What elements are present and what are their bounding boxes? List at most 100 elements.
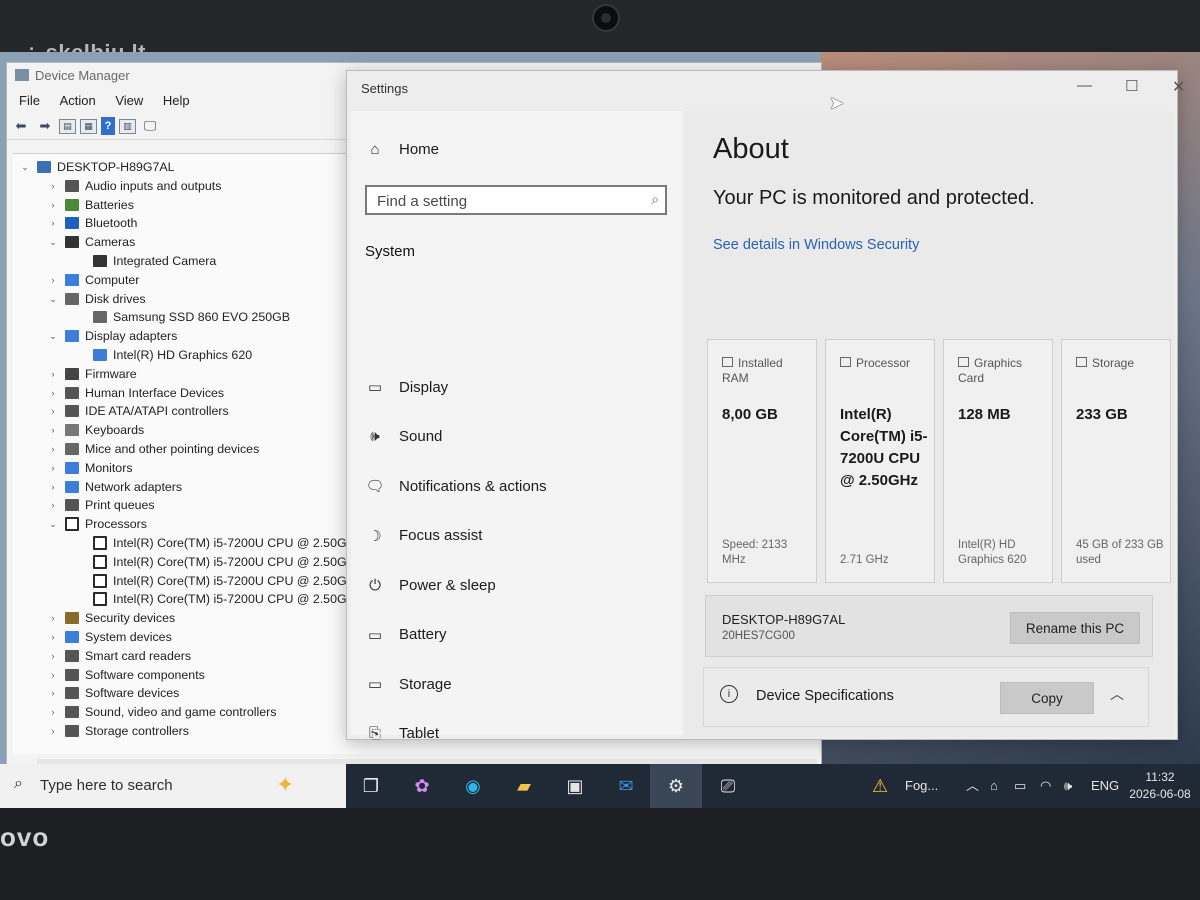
tree-category[interactable]: › Network adapters (47, 478, 183, 496)
tree-category[interactable]: › Smart card readers (47, 647, 192, 665)
chevron-right-icon[interactable]: › (47, 666, 59, 684)
nav-item-notifications-actions[interactable]: 🗨 Notifications & actions (365, 474, 546, 498)
chevron-right-icon[interactable]: › (47, 214, 59, 232)
clock[interactable]: 11:32 2026-06-08 (1128, 769, 1192, 803)
weather-text[interactable]: Fog... (905, 764, 938, 808)
chevron-right-icon[interactable]: › (47, 196, 59, 214)
close-icon[interactable]: ✕ (1172, 77, 1185, 97)
copy-button[interactable]: Copy (1000, 682, 1094, 714)
chevron-right-icon[interactable]: › (47, 459, 59, 477)
tree-category[interactable]: ⌄ Cameras (47, 233, 135, 251)
chevron-down-icon[interactable]: ⌄ (47, 515, 59, 533)
menu-file[interactable]: File (19, 93, 40, 108)
nav-home[interactable]: ⌂ Home (365, 141, 439, 158)
tree-category[interactable]: › Audio inputs and outputs (47, 177, 222, 195)
chevron-right-icon[interactable]: › (47, 647, 59, 665)
chevron-right-icon[interactable]: › (47, 628, 59, 646)
tree-device[interactable]: Intel(R) Core(TM) i5-7200U CPU @ 2.50GHz (75, 553, 362, 571)
chevron-right-icon[interactable]: › (47, 365, 59, 383)
menu-view[interactable]: View (115, 93, 143, 108)
search-icon[interactable]: ⌕ (651, 191, 659, 208)
nav-item-display[interactable]: ▭ Display (365, 375, 448, 399)
chevron-right-icon[interactable]: › (47, 684, 59, 702)
tree-category[interactable]: › Security devices (47, 609, 176, 627)
file-explorer-icon[interactable]: ▰ (510, 772, 538, 800)
tree-category[interactable]: ⌄ Disk drives (47, 290, 145, 308)
chevron-right-icon[interactable]: › (47, 177, 59, 195)
list-view-icon[interactable]: ▦ (80, 118, 97, 134)
tree-category[interactable]: › Computer (47, 271, 140, 289)
forward-arrow-icon[interactable]: ➡ (35, 117, 55, 135)
show-hidden-icons-icon[interactable]: ︿ (966, 764, 979, 808)
task-view-icon[interactable]: ❐ (357, 772, 385, 800)
tree-category[interactable]: › Firmware (47, 365, 137, 383)
tree-category[interactable]: › Monitors (47, 459, 133, 477)
tree-category[interactable]: › Bluetooth (47, 214, 138, 232)
tree-category[interactable]: ⌄ Display adapters (47, 327, 177, 345)
menu-help[interactable]: Help (163, 93, 190, 108)
tree-device[interactable]: Samsung SSD 860 EVO 250GB (75, 308, 290, 326)
battery-tray-icon[interactable]: ▭ (1014, 764, 1026, 808)
taskbar-search-box[interactable]: ⌕ Type here to search ✦ (0, 764, 346, 808)
outlook-icon[interactable]: ✉ (612, 772, 640, 800)
tree-category[interactable]: › Keyboards (47, 421, 145, 439)
settings-search-box[interactable]: ⌕ (365, 185, 667, 215)
tree-category[interactable]: › IDE ATA/ATAPI controllers (47, 402, 229, 420)
tree-category[interactable]: ⌄ Processors (47, 515, 147, 533)
microsoft-store-icon[interactable]: ▣ (561, 772, 589, 800)
volume-icon[interactable]: 🕪 (1064, 764, 1072, 808)
chevron-down-icon[interactable]: ⌄ (19, 158, 31, 176)
minimize-icon[interactable]: — (1077, 77, 1092, 94)
tree-category[interactable]: › Storage controllers (47, 722, 190, 740)
menu-action[interactable]: Action (60, 93, 96, 108)
nav-item-sound[interactable]: 🕪 Sound (365, 425, 442, 449)
chevron-down-icon[interactable]: ⌄ (47, 290, 59, 308)
settings-gear-icon[interactable]: ⚙ (662, 772, 690, 800)
tree-category[interactable]: › Print queues (47, 496, 155, 514)
chevron-right-icon[interactable]: › (47, 440, 59, 458)
tree-category[interactable]: › Software devices (47, 684, 180, 702)
nav-item-tablet[interactable]: ⎘ Tablet (365, 722, 439, 746)
chevron-up-icon[interactable]: ︿ (1110, 684, 1124, 704)
nav-item-focus-assist[interactable]: ☽ Focus assist (365, 524, 482, 548)
chevron-right-icon[interactable]: › (47, 609, 59, 627)
copilot-icon[interactable]: ✿ (408, 772, 436, 800)
properties-icon[interactable]: ▤ (59, 118, 76, 134)
tree-category[interactable]: › Batteries (47, 196, 134, 214)
copilot-sparkle-icon[interactable]: ✦ (276, 772, 294, 798)
back-arrow-icon[interactable]: ⬅ (11, 117, 31, 135)
tree-category[interactable]: › Mice and other pointing devices (47, 440, 260, 458)
tree-category[interactable]: › Sound, video and game controllers (47, 703, 277, 721)
chevron-right-icon[interactable]: › (47, 478, 59, 496)
chevron-down-icon[interactable]: ⌄ (47, 233, 59, 251)
edge-icon[interactable]: ◉ (459, 772, 487, 800)
chevron-down-icon[interactable]: ⌄ (47, 327, 59, 345)
meet-icon[interactable]: ⌂ (990, 764, 998, 808)
chevron-right-icon[interactable]: › (47, 384, 59, 402)
nav-item-battery[interactable]: ▭ Battery (365, 623, 447, 647)
chevron-right-icon[interactable]: › (47, 722, 59, 740)
device-manager-taskbar-icon[interactable]: ⎚ (714, 772, 742, 800)
tree-device[interactable]: Intel(R) Core(TM) i5-7200U CPU @ 2.50GHz (75, 590, 362, 608)
wifi-icon[interactable]: ◠ (1040, 764, 1051, 808)
nav-item-storage[interactable]: ▭ Storage (365, 672, 452, 696)
tree-category[interactable]: › System devices (47, 628, 172, 646)
tree-device[interactable]: Intel(R) Core(TM) i5-7200U CPU @ 2.50GHz (75, 572, 362, 590)
tree-device[interactable]: Intel(R) HD Graphics 620 (75, 346, 252, 364)
rename-pc-button[interactable]: Rename this PC (1010, 612, 1140, 644)
nav-item-power-sleep[interactable]: ⏻ Power & sleep (365, 573, 496, 597)
language-indicator[interactable]: ENG (1091, 764, 1119, 808)
windows-security-link[interactable]: See details in Windows Security (713, 237, 919, 253)
tree-root[interactable]: ⌄ DESKTOP-H89G7AL (19, 158, 174, 176)
tree-category[interactable]: › Human Interface Devices (47, 384, 225, 402)
chevron-right-icon[interactable]: › (47, 496, 59, 514)
device-specifications-panel[interactable]: i Device Specifications Copy ︿ (703, 667, 1149, 727)
tree-device[interactable]: Integrated Camera (75, 252, 216, 270)
tree-category[interactable]: › Software components (47, 666, 205, 684)
chevron-right-icon[interactable]: › (47, 421, 59, 439)
chevron-right-icon[interactable]: › (47, 271, 59, 289)
scan-hardware-icon[interactable]: 🖵 (140, 117, 160, 135)
grid-view-icon[interactable]: ▥ (119, 118, 136, 134)
tree-device[interactable]: Intel(R) Core(TM) i5-7200U CPU @ 2.50GHz (75, 534, 362, 552)
chevron-right-icon[interactable]: › (47, 402, 59, 420)
